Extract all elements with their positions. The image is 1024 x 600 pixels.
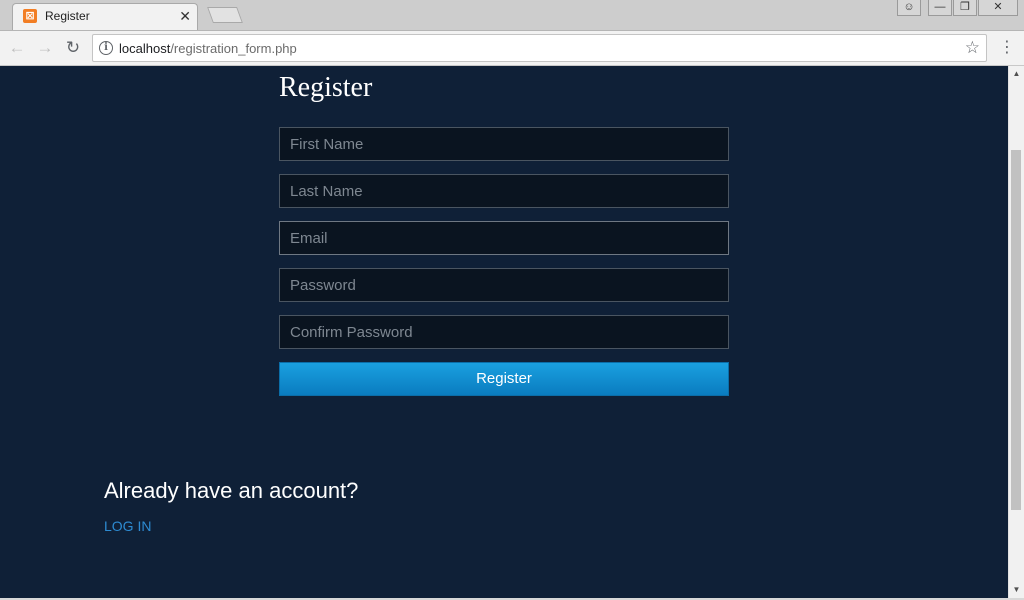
confirm-password-field[interactable] <box>279 315 729 349</box>
url-text[interactable]: localhost/registration_form.php <box>119 41 297 56</box>
window-close-button[interactable]: ✕ <box>978 0 1018 16</box>
scroll-down-arrow-icon[interactable]: ▼ <box>1009 582 1024 598</box>
login-link[interactable]: LOG IN <box>104 518 151 534</box>
reload-icon[interactable]: ↻ <box>62 37 84 59</box>
minimize-button[interactable]: — <box>928 0 952 16</box>
vertical-scrollbar[interactable]: ▲ ▼ <box>1008 66 1024 598</box>
browser-toolbar: ← → ↻ i localhost/registration_form.php … <box>0 31 1024 66</box>
forward-arrow-icon[interactable]: → <box>34 37 56 59</box>
address-bar[interactable]: i localhost/registration_form.php ☆ <box>92 34 987 62</box>
scroll-thumb[interactable] <box>1011 150 1021 510</box>
star-icon[interactable]: ☆ <box>965 38 980 58</box>
new-tab-button[interactable] <box>207 7 243 23</box>
back-arrow-icon[interactable]: ← <box>6 37 28 59</box>
close-icon[interactable]: ✕ <box>179 7 191 25</box>
page-viewport: Register Register Already have an accoun… <box>0 66 1008 598</box>
url-path: /registration_form.php <box>170 41 297 56</box>
page-title: Register <box>279 72 373 103</box>
restore-button[interactable]: ❐ <box>953 0 977 16</box>
first-name-field[interactable] <box>279 127 729 161</box>
browser-tab-register[interactable]: ⊠ Register ✕ <box>12 3 198 30</box>
email-field[interactable] <box>279 221 729 255</box>
password-field[interactable] <box>279 268 729 302</box>
tab-strip: ⊠ Register ✕ ☺ — ❐ ✕ <box>0 0 1024 31</box>
tab-title: Register <box>45 9 90 23</box>
scroll-up-arrow-icon[interactable]: ▲ <box>1009 66 1024 82</box>
kebab-menu-icon[interactable]: ⋮ <box>998 37 1016 59</box>
register-button[interactable]: Register <box>279 362 729 396</box>
xampp-icon: ⊠ <box>23 9 37 23</box>
login-prompt: Already have an account? <box>104 478 359 503</box>
profile-icon[interactable]: ☺ <box>897 0 921 16</box>
url-host: localhost <box>119 41 171 56</box>
info-icon[interactable]: i <box>99 41 113 55</box>
last-name-field[interactable] <box>279 174 729 208</box>
